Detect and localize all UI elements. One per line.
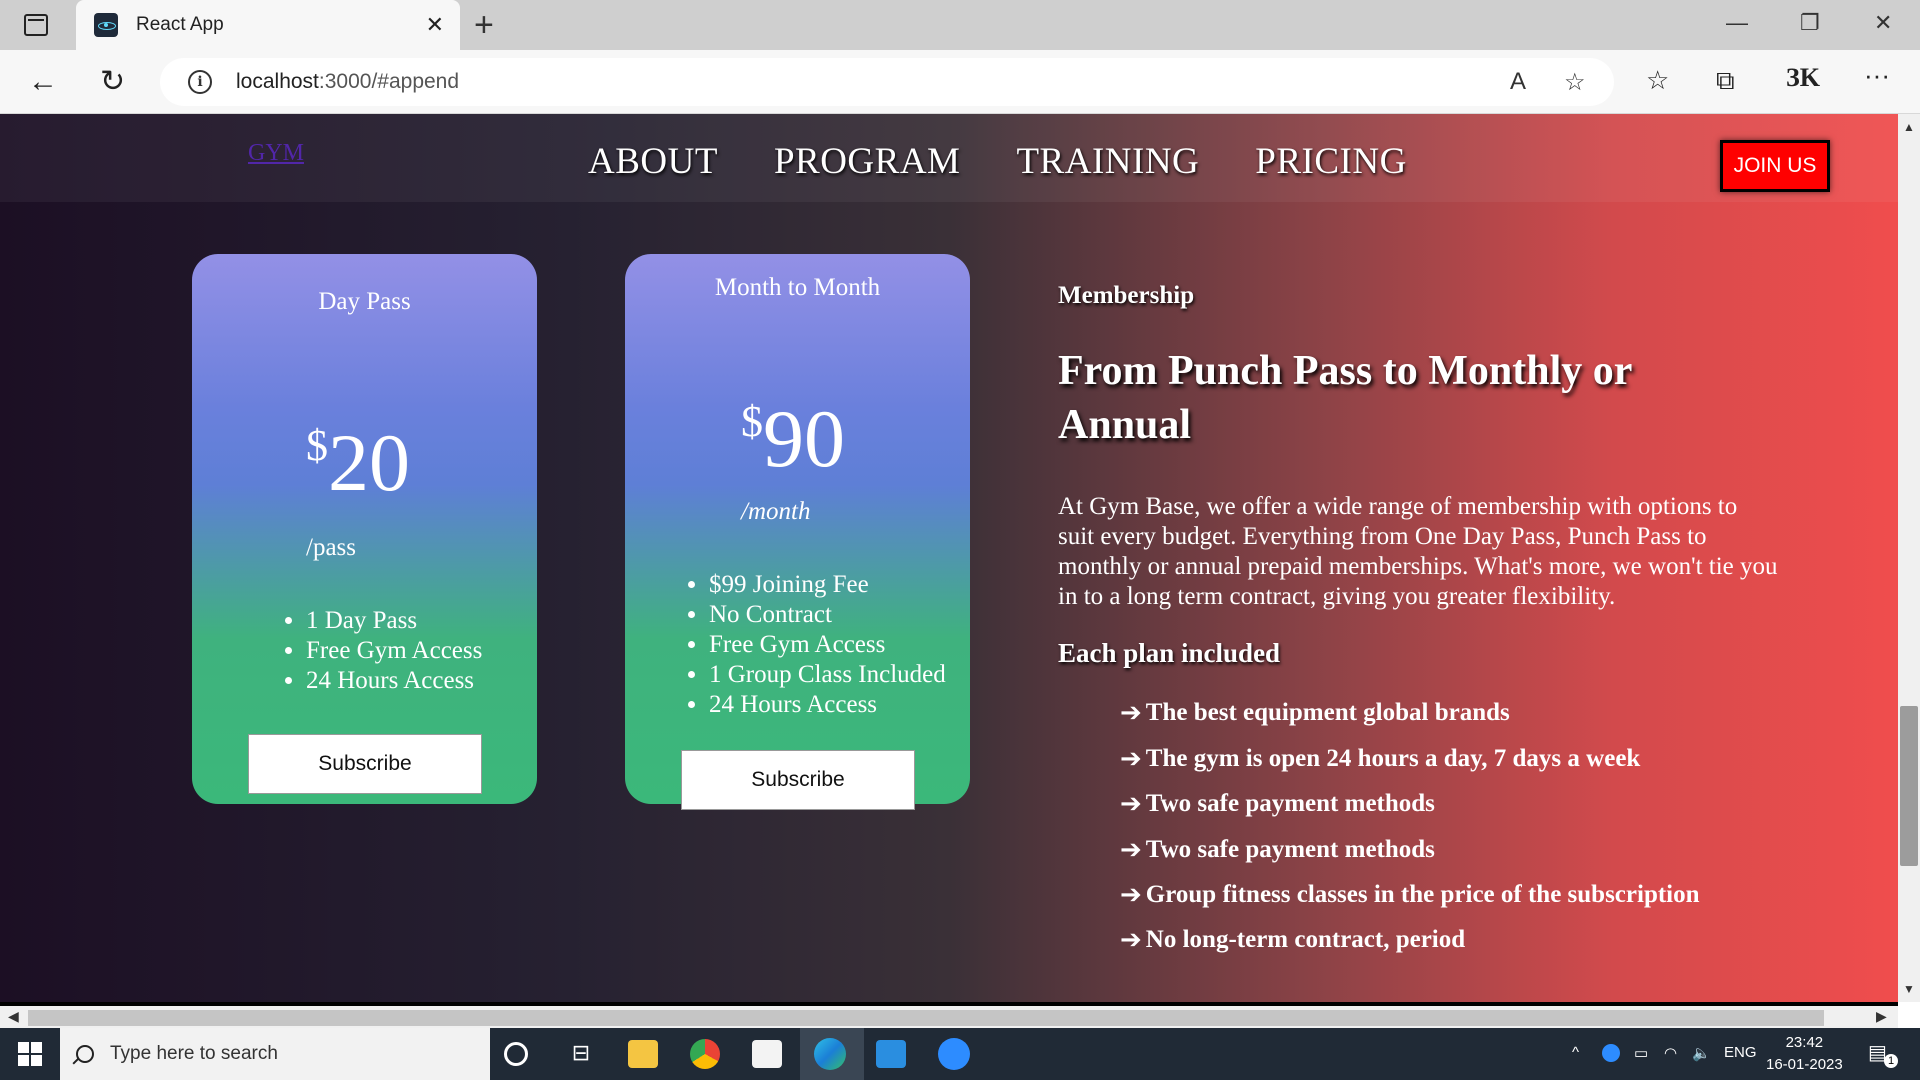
plan-feature: Free Gym Access bbox=[709, 630, 946, 660]
included-item: ➔ The gym is open 24 hours a day, 7 days … bbox=[1120, 744, 1641, 774]
plan-name: Month to Month bbox=[714, 274, 881, 301]
included-item: ➔ Group fitness classes in the price of t… bbox=[1120, 880, 1700, 910]
arrow-right-icon: ➔ bbox=[1120, 744, 1142, 774]
taskbar-search-placeholder: Type here to search bbox=[110, 1043, 278, 1064]
scroll-up-icon[interactable]: ▲ bbox=[1903, 120, 1915, 134]
nav-training[interactable]: TRAINING bbox=[1016, 140, 1199, 183]
horizontal-scroll-thumb[interactable] bbox=[28, 1010, 1824, 1026]
react-favicon-icon bbox=[94, 13, 118, 37]
plan-unit: /month bbox=[741, 498, 811, 525]
site-navbar: GYM ABOUT PROGRAM TRAINING PRICING JOIN … bbox=[0, 114, 1898, 202]
notification-count: 1 bbox=[1884, 1054, 1898, 1068]
new-tab-icon[interactable]: + bbox=[474, 5, 494, 45]
arrow-right-icon: ➔ bbox=[1120, 925, 1142, 955]
store-icon[interactable] bbox=[752, 1040, 782, 1068]
plan-feature: Free Gym Access bbox=[306, 636, 482, 666]
plan-feature: 1 Day Pass bbox=[306, 606, 482, 636]
plan-feature: No Contract bbox=[709, 600, 946, 630]
zoom-icon[interactable] bbox=[938, 1038, 970, 1070]
scroll-left-icon[interactable]: ◀ bbox=[8, 1008, 19, 1025]
plan-feature: 24 Hours Access bbox=[306, 666, 482, 696]
scroll-down-icon[interactable]: ▼ bbox=[1903, 982, 1915, 996]
add-favorite-icon[interactable]: ☆ bbox=[1564, 68, 1586, 97]
read-aloud-icon[interactable]: A bbox=[1510, 68, 1526, 96]
membership-description: At Gym Base, we offer a wide range of me… bbox=[1058, 493, 1778, 610]
plan-name: Day Pass bbox=[318, 288, 411, 315]
plan-feature: 24 Hours Access bbox=[709, 690, 946, 720]
browser-tab[interactable]: React App ✕ bbox=[76, 0, 460, 50]
favorites-icon[interactable]: ☆ bbox=[1646, 65, 1669, 96]
plan-features: $99 Joining Fee No Contract Free Gym Acc… bbox=[709, 570, 946, 720]
plan-price: $90 bbox=[741, 393, 845, 484]
windows-taskbar: Type here to search ⊟ ^ ▭ ◠ 🔈 ENG 23:42 … bbox=[0, 1028, 1920, 1080]
tray-chevron-icon[interactable]: ^ bbox=[1572, 1044, 1579, 1061]
vertical-scrollbar[interactable]: ▲ ▼ bbox=[1898, 114, 1920, 1002]
url-field[interactable]: i localhost:3000/#append A ☆ bbox=[160, 58, 1614, 106]
task-view-icon[interactable]: ⊟ bbox=[566, 1040, 596, 1068]
subscribe-button[interactable]: Subscribe bbox=[248, 734, 482, 794]
edge-icon[interactable] bbox=[814, 1038, 846, 1070]
subscribe-button[interactable]: Subscribe bbox=[681, 750, 915, 810]
vertical-scroll-thumb[interactable] bbox=[1900, 706, 1918, 866]
plan-feature: $99 Joining Fee bbox=[709, 570, 946, 600]
restore-icon[interactable]: ❐ bbox=[1800, 10, 1820, 36]
arrow-right-icon: ➔ bbox=[1120, 835, 1142, 865]
horizontal-scrollbar[interactable]: ◀ ▶ bbox=[0, 1002, 1898, 1028]
included-item: ➔ No long-term contract, period bbox=[1120, 925, 1466, 955]
arrow-right-icon: ➔ bbox=[1120, 880, 1142, 910]
address-bar-row: ← ↻ i localhost:3000/#append A ☆ ☆ ⧉ ЗK … bbox=[0, 50, 1920, 114]
web-page: GYM ABOUT PROGRAM TRAINING PRICING JOIN … bbox=[0, 114, 1898, 1002]
included-item: ➔ Two safe payment methods bbox=[1120, 835, 1435, 865]
more-menu-icon[interactable]: ··· bbox=[1864, 60, 1890, 91]
collections-icon[interactable]: ⧉ bbox=[1716, 65, 1735, 97]
taskbar-search[interactable]: Type here to search bbox=[60, 1028, 490, 1080]
tab-actions-icon[interactable] bbox=[22, 12, 50, 38]
included-title: Each plan included bbox=[1058, 638, 1281, 668]
membership-headline: From Punch Pass to Monthly or Annual bbox=[1058, 348, 1632, 448]
close-window-icon[interactable]: ✕ bbox=[1874, 10, 1892, 36]
plan-features: 1 Day Pass Free Gym Access 24 Hours Acce… bbox=[306, 606, 482, 696]
back-icon[interactable]: ← bbox=[28, 66, 58, 98]
browser-tabstrip: React App ✕ + — ❐ ✕ bbox=[0, 0, 1920, 50]
clock-time: 23:42 bbox=[1785, 1034, 1824, 1051]
nav-pricing[interactable]: PRICING bbox=[1255, 140, 1407, 183]
site-info-icon[interactable]: i bbox=[188, 70, 212, 94]
nav-program[interactable]: PROGRAM bbox=[774, 140, 961, 183]
wifi-icon[interactable]: ◠ bbox=[1664, 1044, 1677, 1062]
file-explorer-icon[interactable] bbox=[628, 1040, 658, 1068]
close-tab-icon[interactable]: ✕ bbox=[426, 12, 444, 38]
cortana-icon[interactable] bbox=[504, 1042, 528, 1066]
join-us-button[interactable]: JOIN US bbox=[1720, 140, 1830, 192]
membership-kicker: Membership bbox=[1058, 282, 1195, 309]
nav-about[interactable]: ABOUT bbox=[588, 140, 718, 183]
battery-icon[interactable]: ▭ bbox=[1634, 1044, 1648, 1062]
arrow-right-icon: ➔ bbox=[1120, 698, 1142, 728]
included-item: ➔ The best equipment global brands bbox=[1120, 698, 1510, 728]
clock-date: 16-01-2023 bbox=[1766, 1056, 1843, 1073]
plan-price: $20 bbox=[306, 417, 410, 508]
search-icon bbox=[76, 1045, 94, 1063]
plan-card-day-pass: Day Pass $20 /pass 1 Day Pass Free Gym A… bbox=[192, 254, 537, 804]
volume-icon[interactable]: 🔈 bbox=[1692, 1044, 1711, 1062]
chrome-icon[interactable] bbox=[690, 1039, 720, 1069]
plan-card-month: Month to Month $90 /month $99 Joining Fe… bbox=[625, 254, 970, 810]
tray-zoom-icon[interactable] bbox=[1602, 1044, 1620, 1062]
plan-unit: /pass bbox=[306, 534, 356, 561]
profile-icon[interactable]: ЗK bbox=[1786, 63, 1820, 93]
plan-feature: 1 Group Class Included bbox=[709, 660, 946, 690]
language-indicator[interactable]: ENG bbox=[1724, 1044, 1757, 1061]
logo-link[interactable]: GYM bbox=[248, 140, 304, 167]
refresh-icon[interactable]: ↻ bbox=[100, 66, 125, 98]
minimize-icon[interactable]: — bbox=[1726, 10, 1748, 36]
arrow-right-icon: ➔ bbox=[1120, 789, 1142, 819]
scroll-right-icon[interactable]: ▶ bbox=[1876, 1008, 1887, 1025]
system-clock[interactable]: 23:42 16-01-2023 bbox=[1766, 1032, 1843, 1076]
included-item: ➔ Two safe payment methods bbox=[1120, 789, 1435, 819]
url-text: localhost:3000/#append bbox=[236, 70, 460, 93]
nav-links: ABOUT PROGRAM TRAINING PRICING bbox=[588, 140, 1407, 183]
windows-start-icon[interactable] bbox=[18, 1042, 42, 1066]
tab-title: React App bbox=[136, 14, 224, 35]
mail-icon[interactable] bbox=[876, 1040, 906, 1068]
